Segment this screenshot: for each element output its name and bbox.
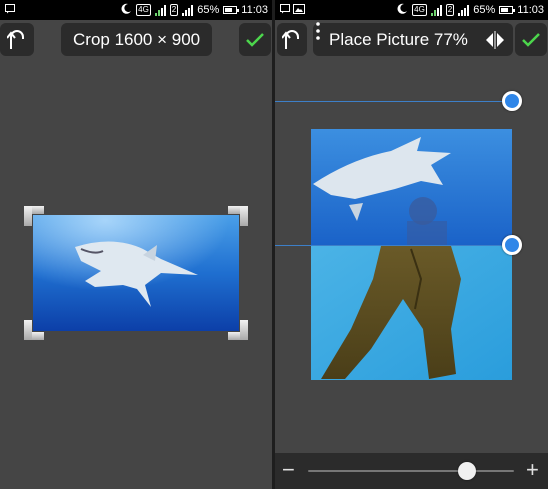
flip-horizontal-icon: [486, 30, 504, 49]
decrease-button[interactable]: −: [282, 459, 295, 481]
moon-icon: [121, 3, 132, 17]
crop-screen: 4G 2 65% 11:03 Crop 1600 × 900: [0, 0, 272, 489]
signal-strength-icon-2: [182, 4, 194, 16]
check-icon: [522, 32, 540, 47]
place-picture-toolbar: Place Picture 77%: [275, 20, 548, 58]
message-notification-icon: [5, 4, 15, 17]
increase-button[interactable]: +: [526, 459, 539, 481]
split-drag-handle[interactable]: [502, 235, 522, 255]
battery-percent: 65%: [473, 4, 496, 16]
battery-icon: [223, 6, 240, 14]
confirm-button[interactable]: [239, 23, 271, 56]
mirror-button[interactable]: [479, 23, 511, 56]
place-picture-screen: 4G 2 65% 11:03 Place Picture 77% − +: [275, 0, 548, 489]
crop-corner-handle-top-left[interactable]: [24, 206, 44, 226]
check-icon: [246, 32, 264, 47]
signal-strength-icon-2: [458, 4, 470, 16]
clock: 11:03: [241, 4, 268, 16]
message-notification-icon: [280, 4, 290, 17]
composite-image: [311, 129, 512, 380]
composite-photo: [311, 129, 512, 380]
undo-arrow-icon: [7, 29, 24, 49]
undo-button[interactable]: [277, 23, 307, 56]
opacity-slider-thumb[interactable]: [457, 462, 476, 480]
sim2-badge: 2: [169, 4, 179, 16]
clock: 11:03: [517, 4, 544, 16]
crop-image: [33, 215, 239, 331]
photo-notification-icon: [293, 4, 305, 17]
moon-icon: [397, 3, 408, 17]
crop-toolbar: Crop 1600 × 900: [0, 20, 272, 58]
crop-corner-handle-bottom-left[interactable]: [24, 320, 44, 340]
top-drag-handle[interactable]: [502, 91, 522, 111]
opacity-bar: − +: [275, 453, 548, 489]
top-guide-line: [275, 101, 511, 102]
undo-arrow-icon: [282, 29, 299, 49]
undo-button[interactable]: [0, 23, 34, 56]
crop-title: Crop 1600 × 900: [61, 23, 213, 56]
signal-strength-icon: [154, 4, 166, 16]
status-bar: 4G 2 65% 11:03: [0, 0, 272, 20]
battery-percent: 65%: [197, 4, 220, 16]
shark-photo: [33, 215, 239, 331]
confirm-button[interactable]: [515, 23, 547, 56]
battery-icon: [499, 6, 516, 14]
network-type-badge: 4G: [136, 4, 151, 16]
status-bar: 4G 2 65% 11:03: [275, 0, 548, 20]
place-picture-title: Place Picture 77%: [329, 30, 468, 49]
signal-strength-icon: [430, 4, 442, 16]
crop-corner-handle-bottom-right[interactable]: [228, 320, 248, 340]
sim2-badge: 2: [445, 4, 455, 16]
opacity-slider-track[interactable]: [308, 470, 514, 472]
network-type-badge: 4G: [412, 4, 427, 16]
crop-corner-handle-top-right[interactable]: [228, 206, 248, 226]
split-guide-line: [275, 245, 511, 246]
